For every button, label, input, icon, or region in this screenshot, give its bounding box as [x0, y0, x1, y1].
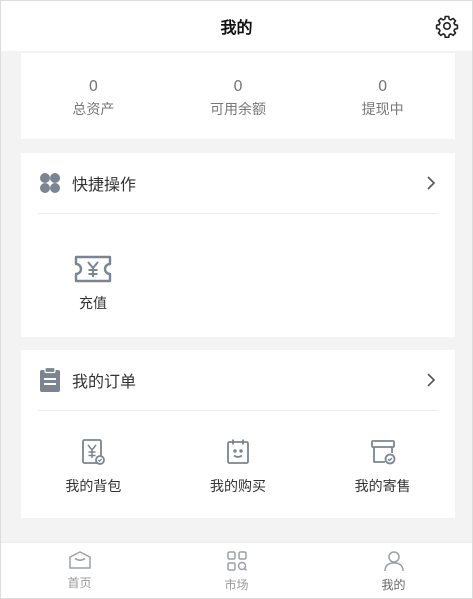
- app-frame: 我的 0 总资产 0 可用余额 0 提现中 快捷操作 充值 我的订单 我的背包 …: [0, 0, 473, 599]
- backpack-icon: [82, 439, 106, 465]
- my-consignment-button[interactable]: 我的寄售: [310, 438, 455, 518]
- divider: [38, 410, 438, 411]
- header: 我的: [1, 1, 472, 51]
- chevron-right-icon: [427, 176, 436, 190]
- assets-card: 0 总资产 0 可用余额 0 提现中: [21, 53, 455, 139]
- section-title: 我的订单: [72, 372, 137, 391]
- tab-home[interactable]: 首页: [1, 543, 158, 598]
- bottom-tabbar: 首页 市场 我的: [1, 542, 472, 598]
- asset-value: 0: [233, 77, 243, 95]
- page-title: 我的: [220, 18, 253, 37]
- clover-icon: [40, 173, 60, 193]
- tab-mine[interactable]: 我的: [315, 543, 472, 598]
- clipboard-icon: [40, 367, 60, 392]
- market-grid-icon: [226, 551, 247, 572]
- orders-header[interactable]: 我的订单: [21, 350, 455, 411]
- chevron-right-icon: [427, 373, 436, 387]
- order-item-label: 我的背包: [65, 479, 122, 495]
- settings-button[interactable]: [434, 13, 460, 39]
- gear-icon: [435, 15, 459, 38]
- tab-label: 市场: [224, 578, 249, 592]
- quick-actions-header[interactable]: 快捷操作: [21, 153, 455, 214]
- my-purchase-button[interactable]: 我的购买: [166, 438, 311, 518]
- tab-label: 首页: [67, 576, 92, 590]
- tab-label: 我的: [381, 578, 406, 592]
- order-item-label: 我的寄售: [354, 479, 411, 495]
- asset-label: 总资产: [72, 102, 115, 118]
- tab-market[interactable]: 市场: [158, 543, 315, 598]
- my-backpack-button[interactable]: 我的背包: [21, 438, 166, 518]
- purchase-icon: [227, 439, 249, 464]
- asset-value: 0: [88, 77, 99, 95]
- asset-total[interactable]: 0 总资产: [21, 53, 166, 139]
- recharge-yen-icon: [74, 255, 112, 283]
- home-icon: [68, 551, 91, 569]
- section-title: 快捷操作: [72, 175, 137, 194]
- asset-label: 可用余额: [210, 102, 266, 118]
- asset-label: 提现中: [361, 102, 404, 118]
- consign-icon: [370, 440, 396, 465]
- recharge-button[interactable]: 充值: [63, 253, 123, 313]
- quick-actions-card: 快捷操作 充值: [21, 153, 455, 337]
- asset-value: 0: [377, 77, 388, 95]
- user-icon: [383, 551, 404, 572]
- orders-card: 我的订单 我的背包 我的购买 我的寄售: [21, 350, 455, 518]
- order-item-label: 我的购买: [210, 479, 266, 495]
- asset-available[interactable]: 0 可用余额: [166, 53, 311, 139]
- quick-item-label: 充值: [79, 296, 107, 312]
- asset-withdrawing[interactable]: 0 提现中: [310, 53, 455, 139]
